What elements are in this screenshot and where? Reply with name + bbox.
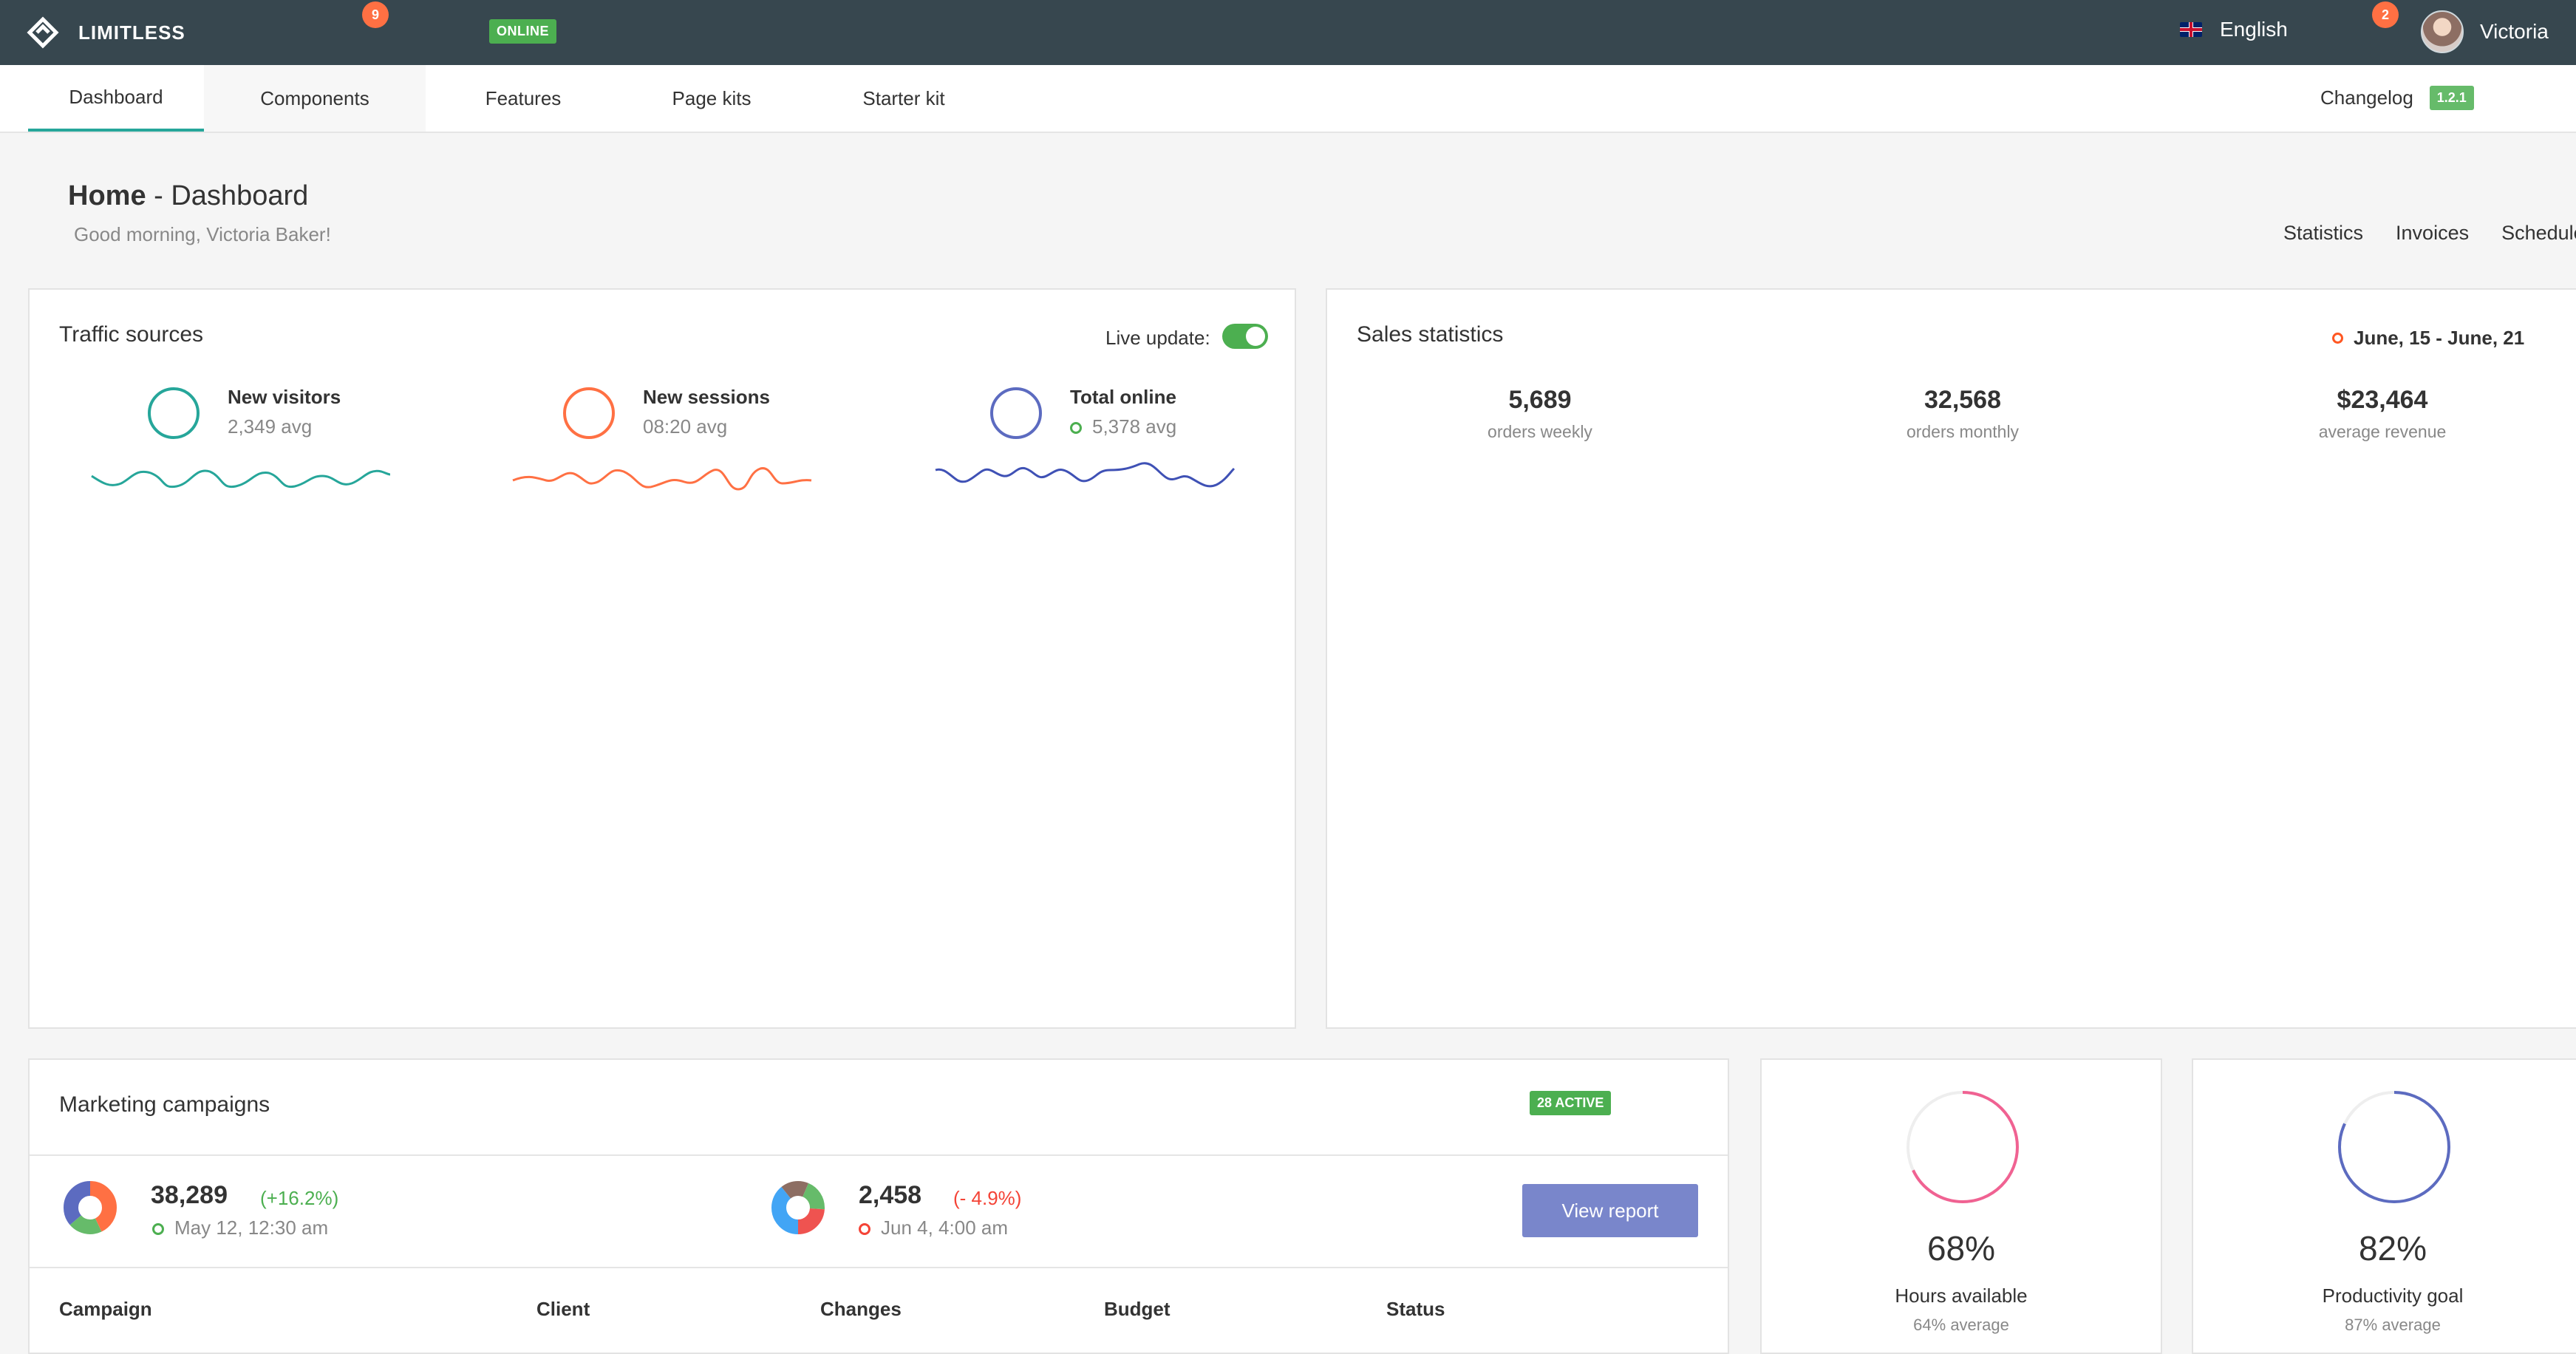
page-title-main: Home xyxy=(68,180,146,211)
total-online-label: Total online xyxy=(1070,386,1176,408)
schedule-link[interactable]: Schedule xyxy=(2501,222,2576,245)
header-links: Statistics Invoices Schedule xyxy=(2283,222,2576,245)
hours-available-average: 64% average xyxy=(1913,1316,2009,1334)
new-sessions-ring xyxy=(563,387,615,439)
new-visitors-value: 2,349 avg xyxy=(228,415,313,438)
hours-available-label: Hours available xyxy=(1895,1285,2028,1307)
new-sessions-label: New sessions xyxy=(643,386,770,408)
new-sessions-sparkline xyxy=(512,467,812,491)
total-online-sparkline xyxy=(935,462,1236,488)
greeting-text: Good morning, Victoria Baker! xyxy=(74,223,331,245)
changelog-link[interactable]: Changelog 1.2.1 xyxy=(2320,86,2474,110)
campaign-secondary-date: Jun 4, 4:00 am xyxy=(881,1217,1008,1239)
total-online-value: 5,378 avg xyxy=(1092,415,1177,438)
hours-available-percent: 68% xyxy=(1926,1229,1996,1268)
marketing-campaigns-title: Marketing campaigns xyxy=(59,1092,270,1117)
brand-name: LIMITLESS xyxy=(78,21,185,44)
new-visitors-ring xyxy=(148,387,200,439)
column-header-client[interactable]: Client xyxy=(536,1298,590,1321)
messages-badge[interactable]: 9 xyxy=(362,1,389,28)
column-header-campaign[interactable]: Campaign xyxy=(59,1298,152,1321)
language-label: English xyxy=(2220,18,2288,41)
average-revenue-label: average revenue xyxy=(2318,422,2447,441)
user-name: Victoria xyxy=(2480,20,2549,43)
limitless-logo-icon xyxy=(27,16,59,49)
campaign-total-change: (+16.2%) xyxy=(260,1187,339,1209)
invoices-link[interactable]: Invoices xyxy=(2396,222,2469,245)
tab-features[interactable]: Features xyxy=(436,65,610,132)
orders-weekly-stat: 5,689 orders weekly xyxy=(1429,386,1651,442)
page-title-separator: - xyxy=(146,180,171,211)
campaign-donut-chart-icon xyxy=(64,1181,117,1234)
tab-starter-kit[interactable]: Starter kit xyxy=(820,65,987,132)
productivity-goal-progress-ring xyxy=(2338,1091,2450,1203)
traffic-sources-card: Traffic sources Live update: New visitor… xyxy=(28,288,1296,1029)
orders-monthly-label: orders monthly xyxy=(1906,422,2020,441)
secondary-navbar: Dashboard Components Features Page kits … xyxy=(0,65,2576,133)
live-update-toggle[interactable] xyxy=(1222,324,1268,349)
notifications-badge[interactable]: 2 xyxy=(2372,1,2399,28)
sales-statistics-card: Sales statistics June, 15 - June, 21 5,6… xyxy=(1326,288,2576,1029)
campaign-donut-chart-2-icon xyxy=(771,1181,825,1234)
user-menu[interactable]: Victoria xyxy=(2421,10,2549,53)
orders-monthly-value: 32,568 xyxy=(1924,386,2001,414)
divider xyxy=(30,1267,1728,1268)
column-header-budget[interactable]: Budget xyxy=(1104,1298,1171,1321)
page-title-sub: Dashboard xyxy=(171,180,309,211)
hours-available-progress-ring xyxy=(1907,1091,2019,1203)
campaign-secondary-change: (- 4.9%) xyxy=(953,1187,1022,1209)
view-report-button[interactable]: View report xyxy=(1522,1184,1698,1237)
version-badge: 1.2.1 xyxy=(2429,86,2474,110)
marketing-campaigns-card: Marketing campaigns 28 ACTIVE 38,289 (+1… xyxy=(28,1058,1729,1354)
language-selector[interactable]: English xyxy=(2180,18,2288,41)
orders-weekly-label: orders weekly xyxy=(1488,422,1592,441)
productivity-goal-percent: 82% xyxy=(2358,1229,2427,1268)
date-range-dot xyxy=(2332,333,2343,344)
status-dot xyxy=(859,1223,870,1236)
date-range-label: June, 15 - June, 21 xyxy=(2354,327,2525,349)
new-visitors-sparkline xyxy=(91,469,391,489)
campaign-secondary-value: 2,458 xyxy=(859,1181,922,1209)
total-online-ring xyxy=(990,387,1042,439)
online-status-badge: ONLINE xyxy=(489,19,557,44)
productivity-goal-average: 87% average xyxy=(2345,1316,2441,1334)
new-visitors-label: New visitors xyxy=(228,386,341,408)
tab-dashboard[interactable]: Dashboard xyxy=(28,65,204,132)
column-header-status[interactable]: Status xyxy=(1386,1298,1445,1321)
campaign-total-date-wrap: May 12, 12:30 am xyxy=(152,1217,328,1239)
hours-available-card: 68% Hours available 64% average xyxy=(1760,1058,2162,1354)
tab-components[interactable]: Components xyxy=(204,65,426,132)
tab-page-kits[interactable]: Page kits xyxy=(628,65,795,132)
column-header-changes[interactable]: Changes xyxy=(820,1298,902,1321)
status-dot xyxy=(152,1223,164,1236)
average-revenue-value: $23,464 xyxy=(2337,386,2428,414)
avatar xyxy=(2421,10,2464,53)
active-campaigns-badge: 28 ACTIVE xyxy=(1530,1091,1612,1115)
divider xyxy=(30,1154,1728,1156)
average-revenue-stat: $23,464 average revenue xyxy=(2272,386,2493,442)
top-navbar: LIMITLESS 9 ONLINE English 2 Victoria xyxy=(0,0,2576,65)
statistics-link[interactable]: Statistics xyxy=(2283,222,2363,245)
campaign-total-value: 38,289 xyxy=(151,1181,228,1209)
online-status-dot xyxy=(1070,422,1082,435)
uk-flag-icon xyxy=(2180,22,2202,37)
changelog-label: Changelog xyxy=(2320,86,2413,109)
campaign-secondary-date-wrap: Jun 4, 4:00 am xyxy=(859,1217,1008,1239)
date-range-selector[interactable]: June, 15 - June, 21 xyxy=(2332,327,2524,350)
orders-weekly-value: 5,689 xyxy=(1508,386,1572,414)
page-title: Home - Dashboard xyxy=(68,180,308,212)
campaign-total-date: May 12, 12:30 am xyxy=(174,1217,329,1239)
total-online-value-wrap: 5,378 avg xyxy=(1070,415,1176,438)
live-update-label: Live update: xyxy=(1105,327,1210,349)
brand-logo[interactable]: LIMITLESS xyxy=(27,16,185,49)
traffic-sources-title: Traffic sources xyxy=(59,322,204,347)
sales-statistics-title: Sales statistics xyxy=(1357,322,1504,347)
orders-monthly-stat: 32,568 orders monthly xyxy=(1852,386,2074,442)
new-sessions-value: 08:20 avg xyxy=(643,415,728,438)
productivity-goal-card: 82% Productivity goal 87% average xyxy=(2192,1058,2576,1354)
productivity-goal-label: Productivity goal xyxy=(2322,1285,2464,1307)
